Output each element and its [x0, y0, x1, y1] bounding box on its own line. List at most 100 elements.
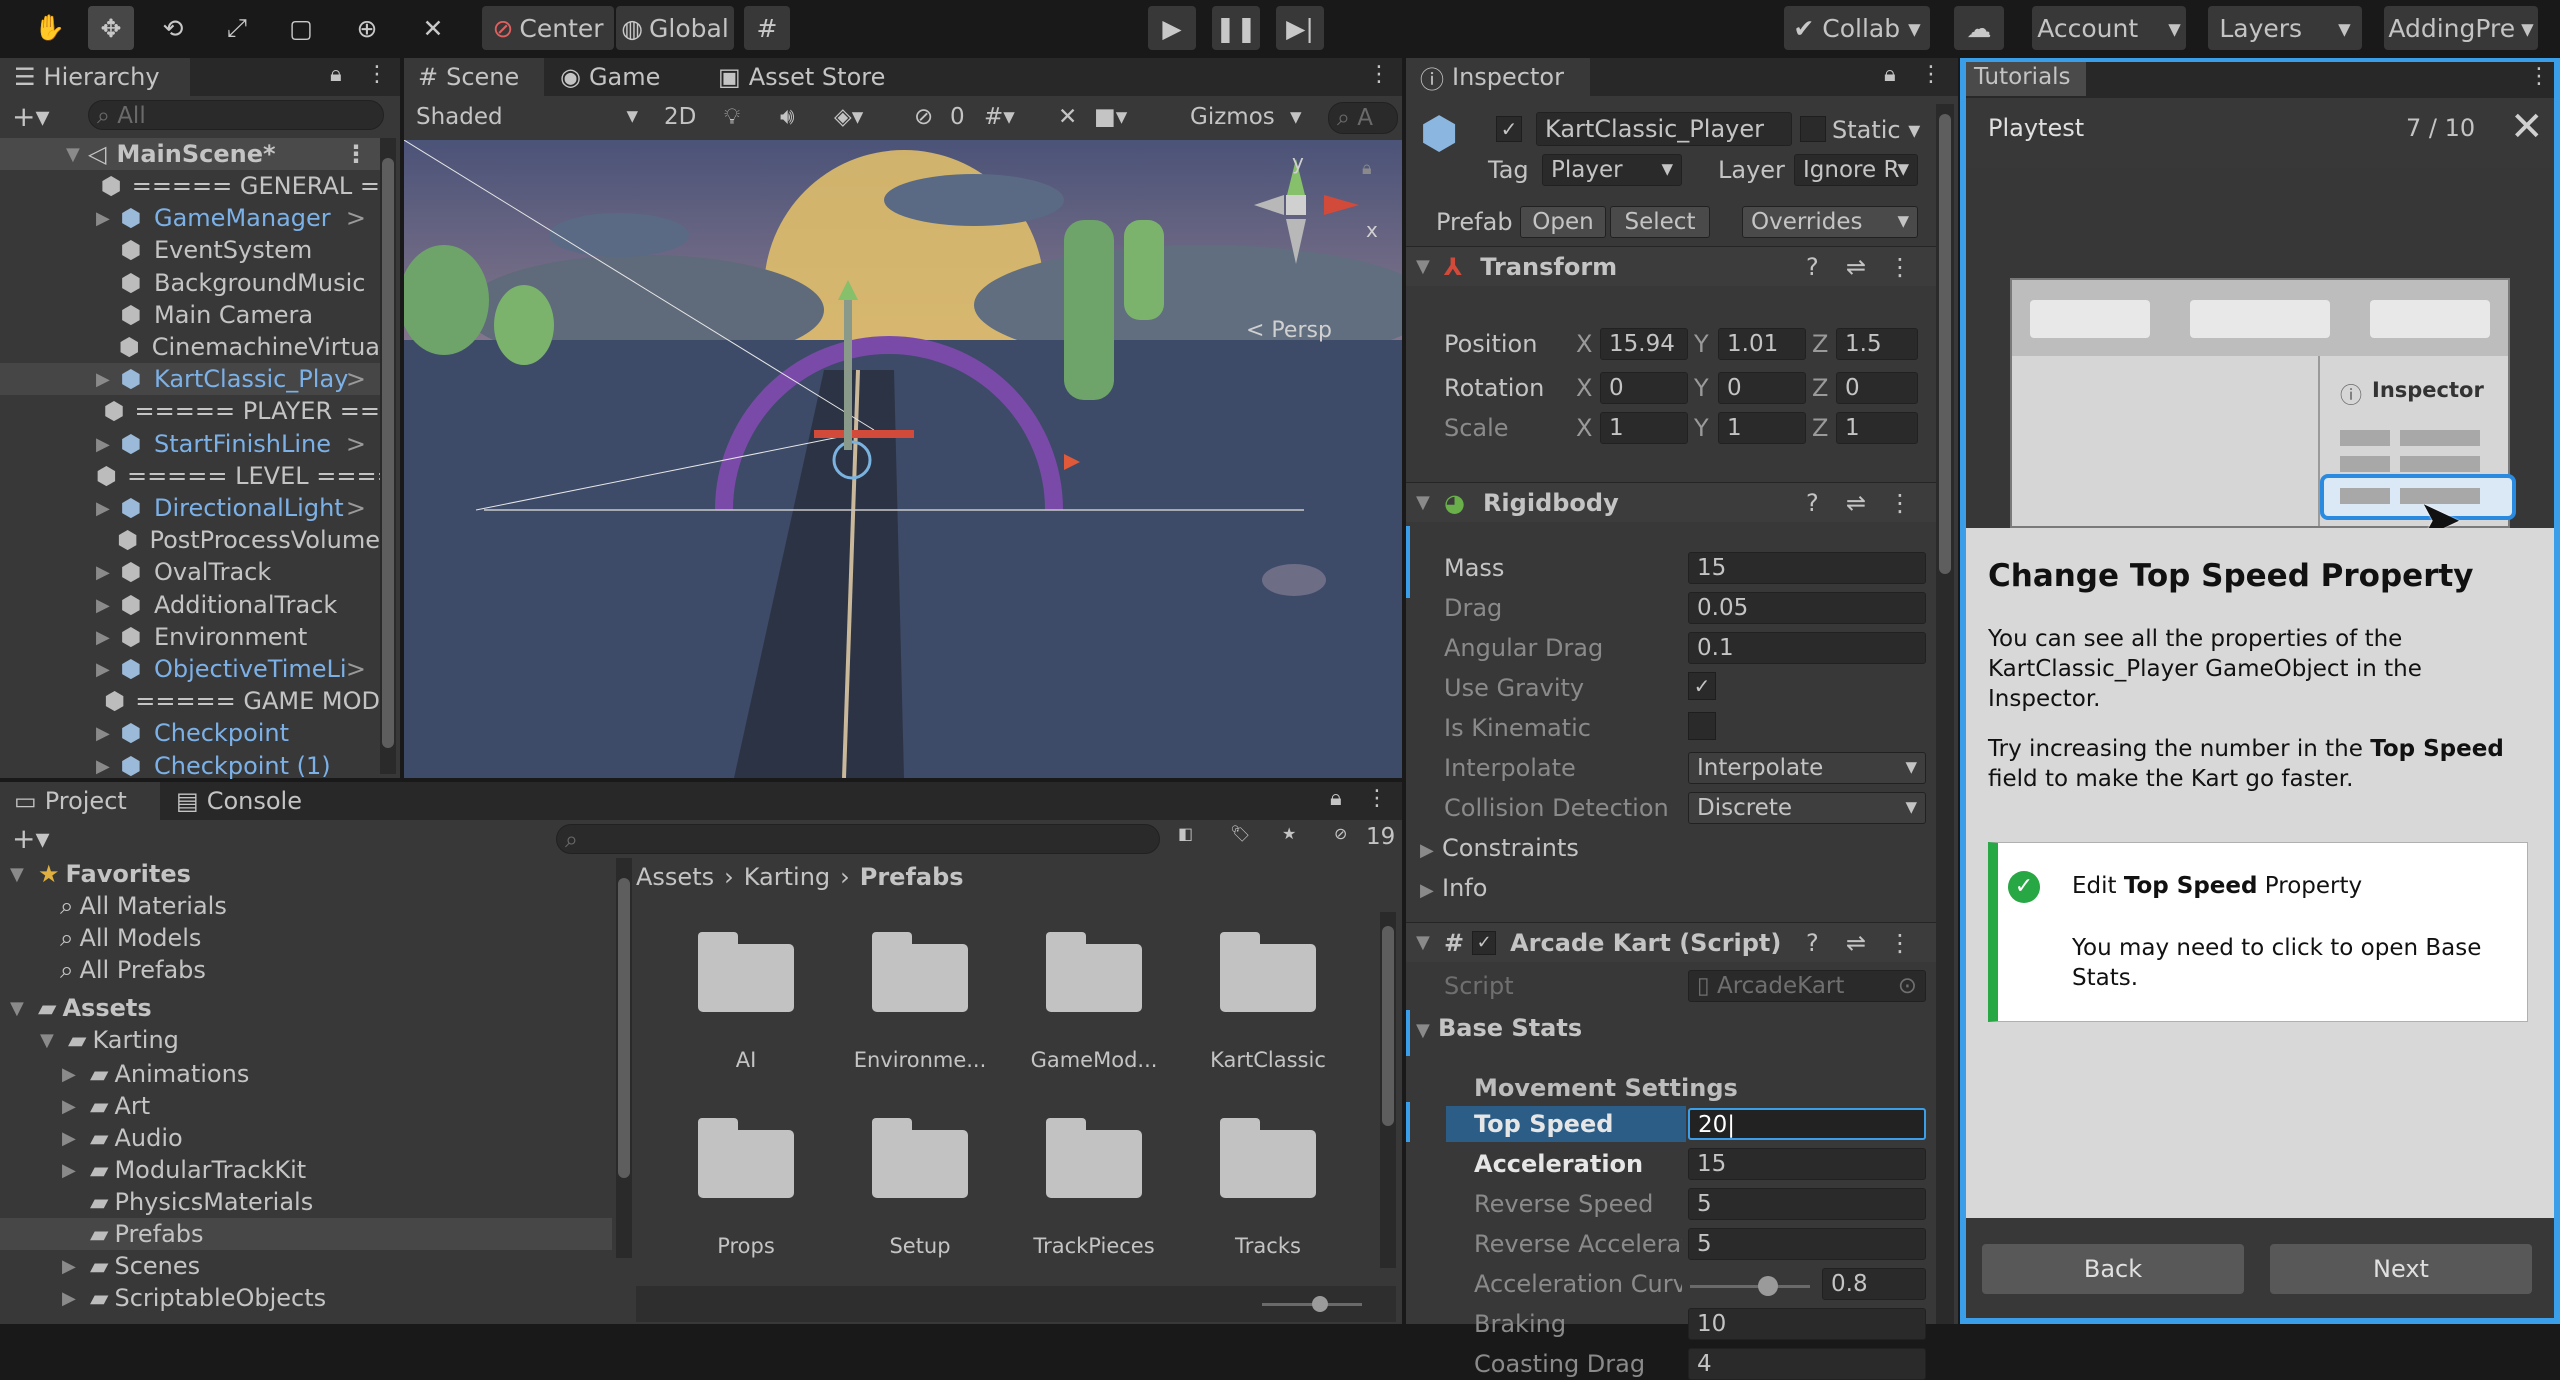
kebab-menu-icon[interactable]: ⋮ [1888, 253, 1912, 281]
scrollbar-thumb[interactable] [382, 158, 394, 748]
expand-arrow-icon[interactable]: ▼ [10, 998, 32, 1019]
play-button[interactable]: ▶ [1148, 6, 1196, 50]
custom-tool-button[interactable]: ✕ [410, 6, 456, 50]
stat-field[interactable]: 5 [1688, 1228, 1926, 1260]
expand-arrow-icon[interactable]: ▶ [96, 659, 118, 680]
hierarchy-row[interactable]: ▶ ⬢ Checkpoint (1) [0, 750, 380, 782]
account-dropdown[interactable]: Account ▾ [2032, 6, 2186, 50]
expand-arrow-icon[interactable]: ▶ [62, 1256, 84, 1277]
expand-arrow-icon[interactable]: ▶ [62, 1096, 84, 1117]
presets-icon[interactable]: ⇌ [1846, 489, 1866, 517]
folder-tile[interactable]: Props [661, 1118, 831, 1288]
expand-arrow-icon[interactable]: ▶ [96, 498, 118, 519]
zoom-slider-thumb[interactable] [1312, 1296, 1328, 1312]
breadcrumb-prefabs[interactable]: Prefabs [860, 863, 964, 891]
layers-dropdown[interactable]: Layers ▾ [2208, 6, 2362, 50]
scrollbar-thumb[interactable] [618, 878, 630, 1178]
hierarchy-row[interactable]: ⬢ EventSystem [0, 234, 380, 266]
folder-tile[interactable]: Environme... [835, 932, 1005, 1102]
tree-scrollbar[interactable] [616, 858, 632, 1258]
expand-arrow-icon[interactable]: ▼ [66, 144, 88, 165]
kebab-menu-icon[interactable]: ⋮ [1366, 786, 1388, 811]
stat-field[interactable]: 15 [1688, 1148, 1926, 1180]
rigidbody-header[interactable]: ▼ ◕ Rigidbody ? ⇌ ⋮ [1406, 482, 1936, 522]
expand-arrow-icon[interactable]: ▶ [96, 208, 118, 229]
tab-console[interactable]: ▤ Console [162, 782, 322, 820]
transform-tool-button[interactable]: ⊕ [344, 6, 390, 50]
pivot-center-toggle[interactable]: ⊘ Center [482, 6, 614, 50]
expand-arrow-icon[interactable]: ▶ [62, 1128, 84, 1149]
help-icon[interactable]: ? [1806, 253, 1819, 281]
chevron-right-icon[interactable]: > [346, 655, 366, 683]
hierarchy-row[interactable]: ⬢ ===== LEVEL ==== [0, 460, 380, 492]
mass-field[interactable]: 15 [1688, 552, 1926, 584]
lock-icon[interactable]: 🔒︎ [330, 62, 342, 87]
favorites-row[interactable]: ▼ ★ Favorites [10, 860, 191, 888]
step-button[interactable]: ▶| [1276, 6, 1324, 50]
expand-arrow-icon[interactable]: ▶ [62, 1288, 84, 1309]
project-folder-row[interactable]: ▶ ▰ Art [0, 1090, 612, 1122]
project-folder-row[interactable]: ▶ ▰ ScriptableObjects [0, 1282, 612, 1314]
audio-icon[interactable]: 🔊︎ [780, 104, 795, 130]
presets-icon[interactable]: ⇌ [1846, 253, 1866, 281]
tag-dropdown[interactable]: Player [1542, 154, 1682, 186]
expand-arrow-icon[interactable]: ▶ [62, 1160, 84, 1181]
kebab-menu-icon[interactable]: ⋮ [1920, 62, 1942, 87]
stat-field[interactable]: 0.8 [1822, 1268, 1926, 1300]
use-gravity-checkbox[interactable]: ✓ [1688, 672, 1716, 700]
hierarchy-row[interactable]: ▶ ⬢ Environment [0, 621, 380, 653]
hand-tool-button[interactable]: ✋ [30, 6, 70, 50]
back-button[interactable]: Back [1982, 1244, 2244, 1294]
transform-header[interactable]: ▼ ⅄ Transform ? ⇌ ⋮ [1406, 246, 1936, 286]
inspector-scrollbar[interactable] [1936, 104, 1954, 1324]
hierarchy-row[interactable]: ⬢ ===== PLAYER == [0, 395, 380, 427]
chevron-right-icon[interactable]: > [346, 430, 366, 458]
object-name-input[interactable]: KartClassic_Player [1536, 112, 1792, 146]
tab-scene[interactable]: # Scene [404, 58, 544, 96]
position-y-field[interactable]: 1.01 [1718, 328, 1806, 360]
camera-icon[interactable]: ■▾ [1094, 104, 1127, 130]
expand-arrow-icon[interactable]: ▼ [1416, 256, 1438, 277]
kebab-menu-icon[interactable]: ⋮ [1888, 489, 1912, 517]
expand-arrow-icon[interactable]: ▶ [96, 756, 118, 777]
perspective-toggle[interactable]: < Persp [1246, 318, 1332, 343]
breadcrumb-karting[interactable]: Karting [744, 863, 830, 891]
drag-field[interactable]: 0.05 [1688, 592, 1926, 624]
component-enabled-checkbox[interactable]: ✓ [1472, 930, 1497, 955]
tab-project[interactable]: ▭ Project [0, 782, 160, 820]
scene-viewport[interactable] [404, 140, 1402, 778]
project-folder-row[interactable]: ▶ ▰ Scenes [0, 1250, 612, 1282]
help-icon[interactable]: ? [1806, 929, 1819, 957]
tools-icon[interactable]: ✕ [1058, 104, 1077, 130]
gizmos-dropdown[interactable]: Gizmos [1190, 104, 1275, 130]
active-checkbox[interactable]: ✓ [1496, 116, 1522, 142]
lighting-icon[interactable]: 💡︎ [724, 104, 740, 130]
hierarchy-scrollbar[interactable] [380, 138, 396, 774]
presets-icon[interactable]: ⇌ [1846, 929, 1866, 957]
hierarchy-row[interactable]: ⬢ ===== GAME MOD [0, 685, 380, 717]
add-icon[interactable]: +▾ [12, 822, 50, 855]
kebab-menu-icon[interactable]: ⋮ [1888, 929, 1912, 957]
position-x-field[interactable]: 15.94 [1600, 328, 1688, 360]
folder-tile[interactable]: Setup [835, 1118, 1005, 1288]
chevron-right-icon[interactable]: > [346, 365, 366, 393]
tab-asset-store[interactable]: ▣ Asset Store [704, 58, 904, 96]
scrollbar-thumb[interactable] [1939, 114, 1951, 574]
pause-button[interactable]: ❚❚ [1212, 6, 1260, 50]
hierarchy-row[interactable]: ▶ ⬢ AdditionalTrack [0, 589, 380, 621]
expand-arrow-icon[interactable]: ▶ [96, 595, 118, 616]
expand-arrow-icon[interactable]: ▼ [10, 864, 32, 885]
acceleration-curve-slider-track[interactable] [1690, 1285, 1810, 1288]
arcade-kart-header[interactable]: ▼ # ✓ Arcade Kart (Script) ? ⇌ ⋮ [1406, 922, 1936, 962]
stat-field[interactable]: 10 [1688, 1308, 1926, 1340]
tab-game[interactable]: ◉ Game [546, 58, 696, 96]
pivot-global-toggle[interactable]: ◍ Global [616, 6, 734, 50]
project-folder-row[interactable]: ▶ ▰ Animations [0, 1058, 612, 1090]
cloud-button[interactable]: ☁ [1954, 6, 2004, 50]
chevron-down-icon[interactable]: ▾ [1290, 104, 1302, 130]
prefab-select-button[interactable]: Select [1610, 206, 1710, 238]
tab-hierarchy[interactable]: ☰ Hierarchy [0, 58, 190, 96]
scale-tool-button[interactable]: ⤢ [214, 6, 260, 50]
folder-tile[interactable]: TrackPieces [1009, 1118, 1179, 1288]
shading-mode-dropdown[interactable]: Shaded [408, 102, 646, 134]
